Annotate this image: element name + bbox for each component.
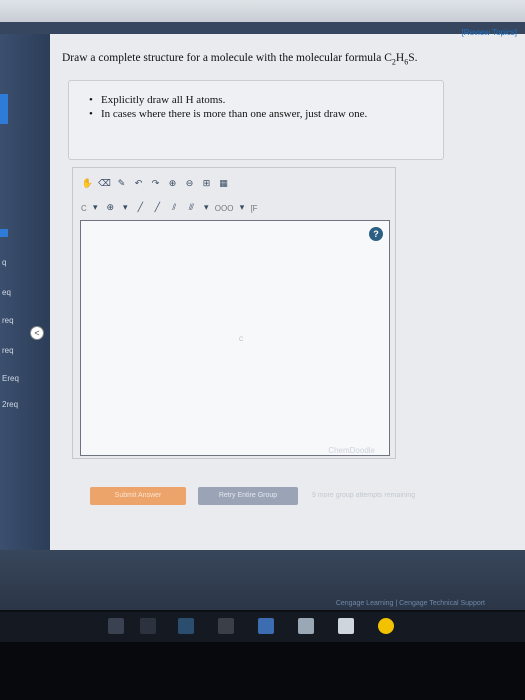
triple-bond-icon[interactable]: ⫻ [185,202,198,215]
sidebar-active-marker [0,94,8,124]
clear-icon[interactable]: ⌫ [98,178,111,191]
sidebar-item-4[interactable]: req [2,346,14,355]
retry-group-button[interactable]: Retry Entire Group [198,487,298,505]
bracket-tool[interactable]: [F [250,202,257,215]
sidebar-collapse-button[interactable]: < [30,326,44,340]
structure-sketcher: ✋ ⌫ ✎ ↶ ↷ ⊕ ⊖ ⊞ ▦ C ▾ ⊕ ▾ ╱ ╱ ⫽ ⫻ ▾ OOO … [72,167,396,459]
drawing-canvas[interactable]: ? C ChemDoodle [80,220,390,456]
main-content: [Review Topics] Draw a complete structur… [50,28,525,550]
double-bond-icon[interactable]: ⫽ [168,202,181,215]
center-icon[interactable]: ⊞ [200,178,213,191]
instruction-item: Explicitly draw all H atoms. [89,93,367,107]
sidebar-item-5[interactable]: Ereq [2,374,19,383]
zoom-in-icon[interactable]: ⊕ [166,178,179,191]
question-text: Draw a complete structure for a molecule… [62,52,418,67]
help-icon[interactable]: ? [369,227,383,241]
canvas-mark: C [239,337,244,343]
settings-icon[interactable] [108,618,124,634]
sketcher-toolbar-top: ✋ ⌫ ✎ ↶ ↷ ⊕ ⊖ ⊞ ▦ [81,176,230,192]
hand-icon[interactable]: ✋ [81,178,94,191]
undo-icon[interactable]: ↶ [132,178,145,191]
store-icon[interactable] [218,618,234,634]
submit-answer-button[interactable]: Submit Answer [90,487,186,505]
chevron-down-icon[interactable]: ▾ [237,202,246,215]
sidebar-item-6[interactable]: 2req [2,400,18,409]
folder-icon[interactable] [258,618,274,634]
instructions-box: Explicitly draw all H atoms. In cases wh… [68,80,444,160]
camera-icon[interactable] [140,618,156,634]
chrome-icon[interactable] [378,618,394,634]
chemdoodle-brand: ChemDoodle [328,446,375,455]
app-icon[interactable] [178,618,194,634]
instruction-item: In cases where there is more than one an… [89,107,367,121]
redo-icon[interactable]: ↷ [149,178,162,191]
periodic-table-icon[interactable]: ▦ [217,178,230,191]
mail-icon[interactable] [338,618,354,634]
photos-icon[interactable] [298,618,314,634]
zoom-out-icon[interactable]: ⊖ [183,178,196,191]
wedge-bond-icon[interactable]: ╱ [151,202,164,215]
monitor-bezel [0,642,525,700]
review-topics-link[interactable]: [Review Topics] [462,28,517,37]
attempts-remaining-text: 9 more group attempts remaining [312,492,416,499]
sidebar-item-1[interactable]: q [2,258,6,267]
eraser-icon[interactable]: ✎ [115,178,128,191]
single-bond-icon[interactable]: ╱ [134,202,147,215]
ring-tools[interactable]: OOO [215,202,234,215]
footer-links[interactable]: Cengage Learning | Cengage Technical Sup… [336,600,485,607]
sidebar-marker [0,229,8,237]
assignment-sidebar: q eq req req Ereq 2req < [0,34,50,550]
browser-top-strip [0,0,525,22]
sidebar-item-3[interactable]: req [2,316,14,325]
sidebar-item-2[interactable]: eq [2,288,11,297]
top-band [0,22,525,34]
charge-plus-icon[interactable]: ⊕ [104,202,117,215]
atom-carbon-button[interactable]: C [81,202,87,215]
sketcher-toolbar-bottom: C ▾ ⊕ ▾ ╱ ╱ ⫽ ⫻ ▾ OOO ▾ [F [81,200,258,216]
chevron-down-icon[interactable]: ▾ [91,202,100,215]
chevron-down-icon[interactable]: ▾ [121,202,130,215]
chevron-down-icon[interactable]: ▾ [202,202,211,215]
